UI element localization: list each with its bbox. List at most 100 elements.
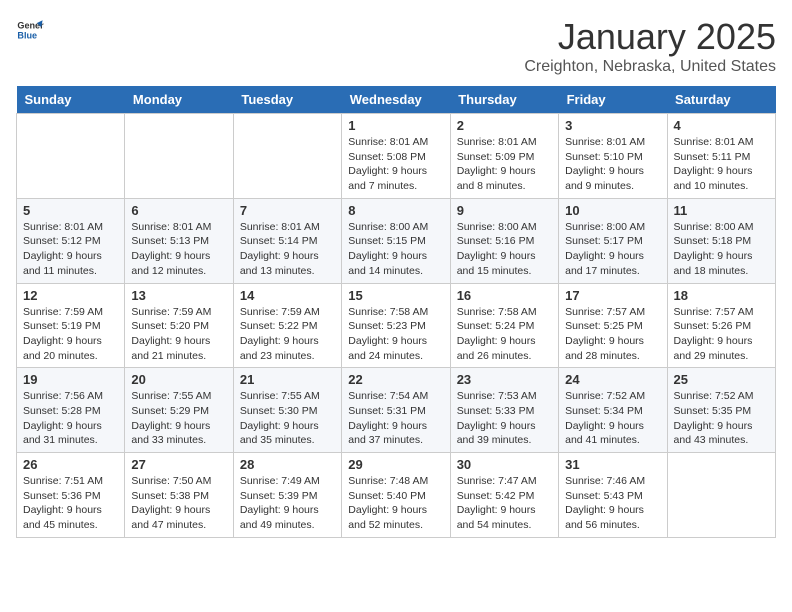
day-detail: Sunrise: 8:01 AM Sunset: 5:10 PM Dayligh… xyxy=(565,135,660,194)
svg-text:Blue: Blue xyxy=(17,30,37,40)
day-cell: 4 Sunrise: 8:01 AM Sunset: 5:11 PM Daylig… xyxy=(667,114,775,199)
day-detail: Sunrise: 8:00 AM Sunset: 5:17 PM Dayligh… xyxy=(565,220,660,279)
day-cell: 22 Sunrise: 7:54 AM Sunset: 5:31 PM Dayli… xyxy=(342,368,450,453)
day-cell: 16 Sunrise: 7:58 AM Sunset: 5:24 PM Dayli… xyxy=(450,283,558,368)
day-number: 3 xyxy=(565,118,660,133)
day-cell: 10Sunrise: 8:00 AM Sunset: 5:17 PM Dayli… xyxy=(559,198,667,283)
day-cell: 12 Sunrise: 7:59 AM Sunset: 5:19 PM Dayli… xyxy=(17,283,125,368)
day-detail: Sunrise: 7:47 AM Sunset: 5:42 PM Dayligh… xyxy=(457,474,552,533)
day-number: 17 xyxy=(565,288,660,303)
day-cell xyxy=(125,114,233,199)
day-detail: Sunrise: 7:56 AM Sunset: 5:28 PM Dayligh… xyxy=(23,389,118,448)
day-cell xyxy=(233,114,341,199)
day-number: 21 xyxy=(240,372,335,387)
day-number: 16 xyxy=(457,288,552,303)
day-number: 27 xyxy=(131,457,226,472)
day-cell: 17 Sunrise: 7:57 AM Sunset: 5:25 PM Dayli… xyxy=(559,283,667,368)
day-cell: 19Sunrise: 7:56 AM Sunset: 5:28 PM Dayli… xyxy=(17,368,125,453)
day-cell: 15 Sunrise: 7:58 AM Sunset: 5:23 PM Dayli… xyxy=(342,283,450,368)
day-cell: 6 Sunrise: 8:01 AM Sunset: 5:13 PM Daylig… xyxy=(125,198,233,283)
day-cell: 14Sunrise: 7:59 AM Sunset: 5:22 PM Dayli… xyxy=(233,283,341,368)
day-detail: Sunrise: 7:59 AM Sunset: 5:22 PM Dayligh… xyxy=(240,305,335,364)
day-detail: Sunrise: 7:49 AM Sunset: 5:39 PM Dayligh… xyxy=(240,474,335,533)
day-detail: Sunrise: 7:55 AM Sunset: 5:30 PM Dayligh… xyxy=(240,389,335,448)
day-detail: Sunrise: 7:50 AM Sunset: 5:38 PM Dayligh… xyxy=(131,474,226,533)
day-number: 12 xyxy=(23,288,118,303)
day-detail: Sunrise: 7:51 AM Sunset: 5:36 PM Dayligh… xyxy=(23,474,118,533)
day-cell: 3 Sunrise: 8:01 AM Sunset: 5:10 PM Daylig… xyxy=(559,114,667,199)
week-row-2: 12 Sunrise: 7:59 AM Sunset: 5:19 PM Dayli… xyxy=(17,283,776,368)
day-number: 31 xyxy=(565,457,660,472)
day-detail: Sunrise: 7:55 AM Sunset: 5:29 PM Dayligh… xyxy=(131,389,226,448)
day-cell: 11Sunrise: 8:00 AM Sunset: 5:18 PM Dayli… xyxy=(667,198,775,283)
day-cell: 25 Sunrise: 7:52 AM Sunset: 5:35 PM Dayli… xyxy=(667,368,775,453)
day-detail: Sunrise: 8:00 AM Sunset: 5:16 PM Dayligh… xyxy=(457,220,552,279)
day-number: 7 xyxy=(240,203,335,218)
week-row-0: 1 Sunrise: 8:01 AM Sunset: 5:08 PM Daylig… xyxy=(17,114,776,199)
logo-icon: General Blue xyxy=(16,16,44,44)
day-cell: 7 Sunrise: 8:01 AM Sunset: 5:14 PM Daylig… xyxy=(233,198,341,283)
day-cell: 9 Sunrise: 8:00 AM Sunset: 5:16 PM Daylig… xyxy=(450,198,558,283)
day-cell: 21 Sunrise: 7:55 AM Sunset: 5:30 PM Dayli… xyxy=(233,368,341,453)
day-detail: Sunrise: 8:00 AM Sunset: 5:15 PM Dayligh… xyxy=(348,220,443,279)
day-header-friday: Friday xyxy=(559,86,667,114)
day-number: 29 xyxy=(348,457,443,472)
day-cell: 5 Sunrise: 8:01 AM Sunset: 5:12 PM Daylig… xyxy=(17,198,125,283)
day-detail: Sunrise: 7:58 AM Sunset: 5:23 PM Dayligh… xyxy=(348,305,443,364)
day-header-wednesday: Wednesday xyxy=(342,86,450,114)
day-number: 23 xyxy=(457,372,552,387)
day-cell: 20 Sunrise: 7:55 AM Sunset: 5:29 PM Dayli… xyxy=(125,368,233,453)
day-header-monday: Monday xyxy=(125,86,233,114)
day-detail: Sunrise: 7:52 AM Sunset: 5:35 PM Dayligh… xyxy=(674,389,769,448)
day-detail: Sunrise: 8:01 AM Sunset: 5:12 PM Dayligh… xyxy=(23,220,118,279)
day-number: 30 xyxy=(457,457,552,472)
day-detail: Sunrise: 7:54 AM Sunset: 5:31 PM Dayligh… xyxy=(348,389,443,448)
day-cell: 30 Sunrise: 7:47 AM Sunset: 5:42 PM Dayli… xyxy=(450,453,558,538)
day-cell: 26 Sunrise: 7:51 AM Sunset: 5:36 PM Dayli… xyxy=(17,453,125,538)
day-detail: Sunrise: 8:01 AM Sunset: 5:11 PM Dayligh… xyxy=(674,135,769,194)
day-number: 28 xyxy=(240,457,335,472)
day-number: 15 xyxy=(348,288,443,303)
day-cell: 18 Sunrise: 7:57 AM Sunset: 5:26 PM Dayli… xyxy=(667,283,775,368)
day-header-thursday: Thursday xyxy=(450,86,558,114)
day-cell: 28 Sunrise: 7:49 AM Sunset: 5:39 PM Dayli… xyxy=(233,453,341,538)
day-cell: 13 Sunrise: 7:59 AM Sunset: 5:20 PM Dayli… xyxy=(125,283,233,368)
day-detail: Sunrise: 7:59 AM Sunset: 5:20 PM Dayligh… xyxy=(131,305,226,364)
day-number: 20 xyxy=(131,372,226,387)
day-number: 18 xyxy=(674,288,769,303)
day-detail: Sunrise: 7:48 AM Sunset: 5:40 PM Dayligh… xyxy=(348,474,443,533)
day-cell xyxy=(667,453,775,538)
header: General Blue January 2025 Creighton, Neb… xyxy=(16,16,776,76)
day-number: 22 xyxy=(348,372,443,387)
day-cell: 27 Sunrise: 7:50 AM Sunset: 5:38 PM Dayli… xyxy=(125,453,233,538)
day-detail: Sunrise: 7:57 AM Sunset: 5:25 PM Dayligh… xyxy=(565,305,660,364)
day-cell: 29 Sunrise: 7:48 AM Sunset: 5:40 PM Dayli… xyxy=(342,453,450,538)
day-number: 9 xyxy=(457,203,552,218)
day-number: 13 xyxy=(131,288,226,303)
week-row-4: 26 Sunrise: 7:51 AM Sunset: 5:36 PM Dayli… xyxy=(17,453,776,538)
day-detail: Sunrise: 8:01 AM Sunset: 5:08 PM Dayligh… xyxy=(348,135,443,194)
day-number: 24 xyxy=(565,372,660,387)
calendar-table: SundayMondayTuesdayWednesdayThursdayFrid… xyxy=(16,86,776,538)
day-number: 1 xyxy=(348,118,443,133)
day-number: 2 xyxy=(457,118,552,133)
week-row-1: 5 Sunrise: 8:01 AM Sunset: 5:12 PM Daylig… xyxy=(17,198,776,283)
location-title: Creighton, Nebraska, United States xyxy=(524,58,776,76)
day-cell: 24Sunrise: 7:52 AM Sunset: 5:34 PM Dayli… xyxy=(559,368,667,453)
day-detail: Sunrise: 7:46 AM Sunset: 5:43 PM Dayligh… xyxy=(565,474,660,533)
day-detail: Sunrise: 8:01 AM Sunset: 5:13 PM Dayligh… xyxy=(131,220,226,279)
day-cell: 1 Sunrise: 8:01 AM Sunset: 5:08 PM Daylig… xyxy=(342,114,450,199)
day-detail: Sunrise: 7:58 AM Sunset: 5:24 PM Dayligh… xyxy=(457,305,552,364)
day-number: 25 xyxy=(674,372,769,387)
day-number: 4 xyxy=(674,118,769,133)
day-detail: Sunrise: 8:01 AM Sunset: 5:14 PM Dayligh… xyxy=(240,220,335,279)
day-number: 5 xyxy=(23,203,118,218)
day-cell: 23Sunrise: 7:53 AM Sunset: 5:33 PM Dayli… xyxy=(450,368,558,453)
day-number: 6 xyxy=(131,203,226,218)
day-detail: Sunrise: 7:59 AM Sunset: 5:19 PM Dayligh… xyxy=(23,305,118,364)
day-cell: 2Sunrise: 8:01 AM Sunset: 5:09 PM Daylig… xyxy=(450,114,558,199)
day-header-tuesday: Tuesday xyxy=(233,86,341,114)
day-number: 26 xyxy=(23,457,118,472)
day-detail: Sunrise: 7:57 AM Sunset: 5:26 PM Dayligh… xyxy=(674,305,769,364)
day-cell: 8Sunrise: 8:00 AM Sunset: 5:15 PM Daylig… xyxy=(342,198,450,283)
